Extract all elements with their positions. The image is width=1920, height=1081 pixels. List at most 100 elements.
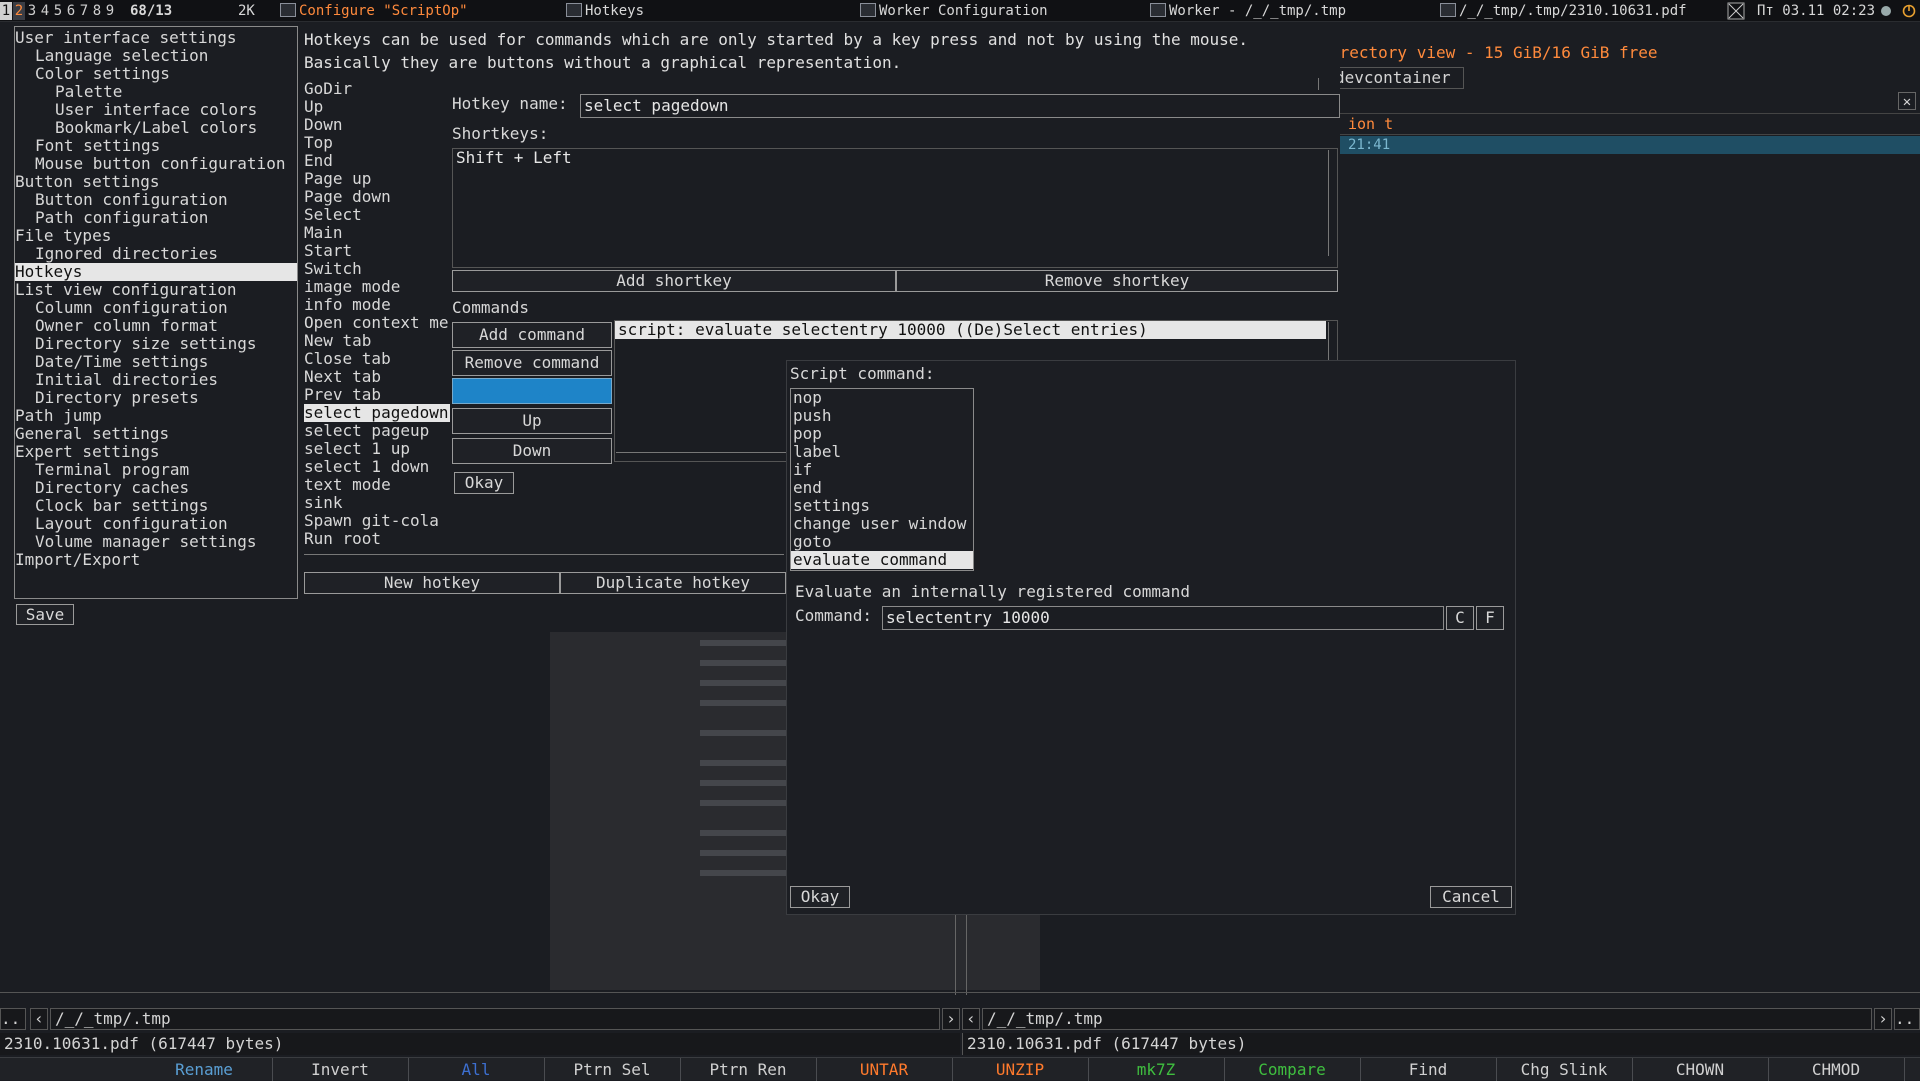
left-path-field[interactable]: /_/_tmp/.tmp bbox=[50, 1008, 940, 1030]
category-item[interactable]: Language selection bbox=[15, 47, 297, 65]
hotkey-list-item[interactable]: Page down bbox=[304, 188, 450, 206]
hotkey-list-item[interactable]: Open context menu bbox=[304, 314, 450, 332]
hotkey-list-item[interactable]: select pagedown bbox=[304, 404, 450, 422]
script-command-item[interactable]: settings bbox=[791, 497, 973, 515]
hotkey-list-scrollbar[interactable] bbox=[304, 554, 784, 565]
category-item[interactable]: Clock bar settings bbox=[15, 497, 297, 515]
category-item[interactable]: Directory presets bbox=[15, 389, 297, 407]
top-scroll-arrow-icon[interactable] bbox=[1318, 78, 1329, 90]
category-item[interactable]: Path configuration bbox=[15, 209, 297, 227]
hotkey-list-item[interactable]: Top bbox=[304, 134, 450, 152]
category-item[interactable]: Directory size settings bbox=[15, 335, 297, 353]
remove-command-button[interactable]: Remove command bbox=[452, 350, 612, 376]
hotkey-list-item[interactable]: text mode bbox=[304, 476, 450, 494]
function-button[interactable]: Invert bbox=[272, 1058, 409, 1081]
hotkey-list-item[interactable]: select 1 up bbox=[304, 440, 450, 458]
script-cancel-button[interactable]: Cancel bbox=[1430, 886, 1512, 908]
function-button[interactable]: CHMOD bbox=[1768, 1058, 1905, 1081]
hotkey-list-item[interactable]: select pageup bbox=[304, 422, 450, 440]
category-item[interactable]: Import/Export bbox=[15, 551, 297, 569]
hotkey-list-item[interactable]: Down bbox=[304, 116, 450, 134]
script-command-item[interactable]: nop bbox=[791, 389, 973, 407]
hotkey-list-item[interactable]: Start bbox=[304, 242, 450, 260]
category-item[interactable]: Terminal program bbox=[15, 461, 297, 479]
category-item[interactable]: Bookmark/Label colors bbox=[15, 119, 297, 137]
up-button[interactable]: Up bbox=[452, 408, 612, 434]
command-field[interactable]: selectentry 10000 bbox=[882, 606, 1444, 630]
category-item[interactable]: Expert settings bbox=[15, 443, 297, 461]
function-button[interactable]: mk7Z bbox=[1088, 1058, 1225, 1081]
right-path-field[interactable]: /_/_tmp/.tmp bbox=[982, 1008, 1872, 1030]
hotkey-list-item[interactable]: select 1 down bbox=[304, 458, 450, 476]
workspace-button[interactable]: 9 bbox=[104, 2, 116, 20]
category-item[interactable]: Ignored directories bbox=[15, 245, 297, 263]
workspace-button[interactable]: 5 bbox=[52, 2, 64, 20]
function-button[interactable]: UNTAR bbox=[816, 1058, 953, 1081]
function-button[interactable]: Ptrn Sel bbox=[544, 1058, 681, 1081]
function-button[interactable]: Chg Slink bbox=[1496, 1058, 1633, 1081]
save-button[interactable]: Save bbox=[16, 604, 74, 625]
remove-shortkey-button[interactable]: Remove shortkey bbox=[896, 270, 1338, 292]
function-button[interactable]: All bbox=[408, 1058, 545, 1081]
function-button[interactable]: UNZIP bbox=[952, 1058, 1089, 1081]
script-command-item[interactable]: pop bbox=[791, 425, 973, 443]
okay-button[interactable]: Okay bbox=[454, 472, 514, 494]
hotkey-list-item[interactable]: Prev tab bbox=[304, 386, 450, 404]
category-item[interactable]: Layout configuration bbox=[15, 515, 297, 533]
configure-button[interactable]: Configure bbox=[452, 378, 612, 404]
hotkey-list-item[interactable]: Spawn git-cola bbox=[304, 512, 450, 530]
category-item[interactable]: Button configuration bbox=[15, 191, 297, 209]
category-item[interactable]: Font settings bbox=[15, 137, 297, 155]
workspace-button[interactable]: 2 bbox=[13, 2, 25, 20]
taskbar-window-button[interactable]: /_/_tmp/.tmp/2310.10631.pdf bbox=[1440, 0, 1687, 22]
add-shortkey-button[interactable]: Add shortkey bbox=[452, 270, 896, 292]
hotkey-list-item[interactable]: image mode bbox=[304, 278, 450, 296]
script-command-list[interactable]: nop push pop label if end settings change user … bbox=[790, 388, 974, 571]
hotkey-list-item[interactable]: info mode bbox=[304, 296, 450, 314]
script-command-item[interactable]: label bbox=[791, 443, 973, 461]
horizontal-scrollbar[interactable] bbox=[0, 992, 1920, 1002]
right-forward-arrow-icon[interactable]: › bbox=[1874, 1008, 1892, 1030]
category-item[interactable]: Date/Time settings bbox=[15, 353, 297, 371]
hotkey-list-item[interactable]: Up bbox=[304, 98, 450, 116]
workspace-button[interactable]: 4 bbox=[39, 2, 51, 20]
script-command-item[interactable]: end bbox=[791, 479, 973, 497]
duplicate-hotkey-button[interactable]: Duplicate hotkey bbox=[560, 572, 786, 594]
hotkey-list-item[interactable]: End bbox=[304, 152, 450, 170]
workspace-button[interactable]: 8 bbox=[91, 2, 103, 20]
script-command-item[interactable]: if bbox=[791, 461, 973, 479]
workspace-button[interactable]: 6 bbox=[65, 2, 77, 20]
hotkey-list-item[interactable]: Run root bbox=[304, 530, 450, 548]
script-command-item[interactable]: change user window bbox=[791, 515, 973, 533]
category-item[interactable]: File types bbox=[15, 227, 297, 245]
script-command-item[interactable]: evaluate command bbox=[791, 551, 973, 569]
category-item[interactable]: Owner column format bbox=[15, 317, 297, 335]
category-item[interactable]: Directory caches bbox=[15, 479, 297, 497]
category-item[interactable]: Initial directories bbox=[15, 371, 297, 389]
category-item[interactable]: Button settings bbox=[15, 173, 297, 191]
shortkey-list[interactable]: Shift + Left bbox=[452, 148, 1338, 268]
script-command-item[interactable]: goto bbox=[791, 533, 973, 551]
hotkey-list-item[interactable]: Next tab bbox=[304, 368, 450, 386]
category-item[interactable]: User interface colors bbox=[15, 101, 297, 119]
new-hotkey-button[interactable]: New hotkey bbox=[304, 572, 560, 594]
close-window-icon[interactable] bbox=[1727, 0, 1745, 22]
right-selected-row[interactable]: 21:41 bbox=[1330, 136, 1920, 154]
shortkey-scrollbar[interactable] bbox=[1328, 150, 1339, 256]
shortkey-item[interactable]: Shift + Left bbox=[456, 149, 1337, 167]
hotkey-list-item[interactable]: Page up bbox=[304, 170, 450, 188]
command-list-hscrollbar[interactable] bbox=[616, 452, 786, 463]
taskbar-window-button[interactable]: Configure "ScriptOp" bbox=[280, 0, 468, 22]
power-icon[interactable] bbox=[1902, 0, 1916, 22]
category-item[interactable]: List view configuration bbox=[15, 281, 297, 299]
hotkey-list-item[interactable]: Switch bbox=[304, 260, 450, 278]
function-button[interactable]: Find bbox=[1360, 1058, 1497, 1081]
left-forward-arrow-icon[interactable]: › bbox=[942, 1008, 960, 1030]
workspace-button[interactable]: 7 bbox=[78, 2, 90, 20]
function-button[interactable]: Rename bbox=[136, 1058, 273, 1081]
right-tab-devcontainer[interactable]: devcontainer bbox=[1330, 67, 1464, 89]
workspace-button[interactable]: 3 bbox=[26, 2, 38, 20]
category-item[interactable]: User interface settings bbox=[15, 29, 297, 47]
right-back-arrow-icon[interactable]: ‹ bbox=[962, 1008, 980, 1030]
taskbar-window-button[interactable]: Hotkeys bbox=[566, 0, 644, 22]
